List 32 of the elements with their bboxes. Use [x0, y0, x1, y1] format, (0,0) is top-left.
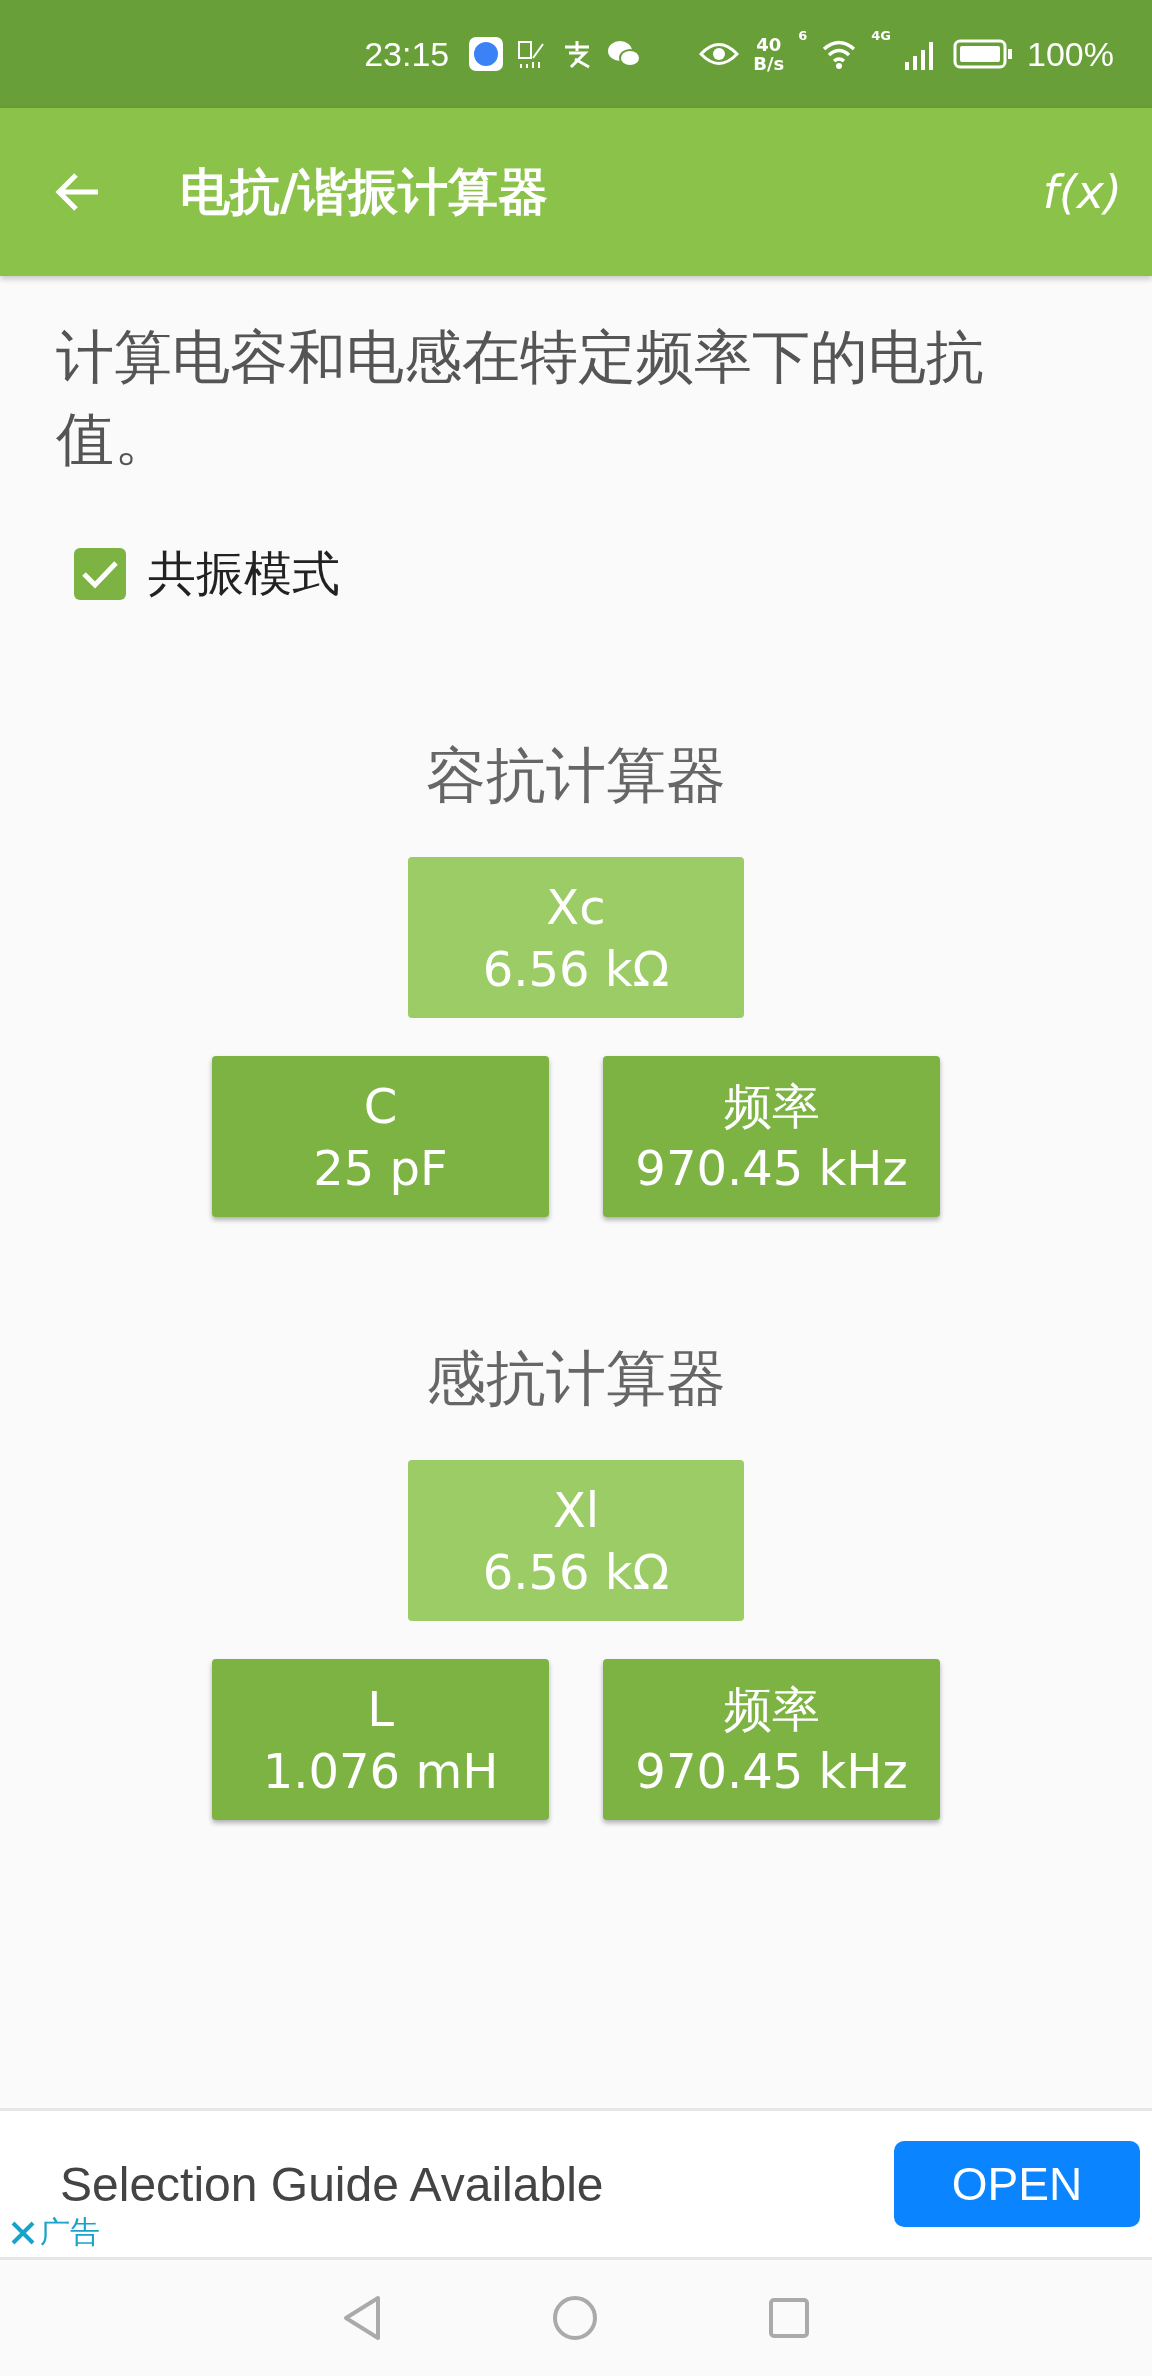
description: 计算电容和电感在特定频率下的电抗值。	[56, 322, 985, 475]
browser-icon	[469, 37, 504, 71]
wifi-icon	[821, 38, 858, 70]
checkbox-label: 共振模式	[148, 544, 340, 603]
result-button[interactable]: Xc 6.56 kΩ	[408, 857, 744, 1018]
formula-button[interactable]: f(x)	[1042, 165, 1122, 219]
clock: 23:15	[364, 34, 450, 74]
ad-label: 广告	[40, 2213, 100, 2251]
input-button[interactable]: 频率 970.45 kHz	[603, 1056, 940, 1217]
section-title: 容抗计算器	[425, 739, 727, 812]
battery-percent: 100%	[1027, 34, 1114, 74]
back-nav-icon[interactable]	[342, 2295, 382, 2341]
eye-icon	[699, 41, 740, 67]
open-button[interactable]: OPEN	[894, 2141, 1140, 2227]
ad-text: Selection Guide Available	[60, 2156, 605, 2212]
section-title: 感抗计算器	[425, 1342, 727, 1415]
speed-unit: B/s	[753, 54, 785, 73]
home-nav-icon[interactable]	[552, 2295, 598, 2341]
toolbar-title: 电抗/谐振计算器	[180, 161, 550, 223]
input-button[interactable]: 频率 970.45 kHz	[603, 1659, 940, 1820]
wifi-label: 6	[798, 28, 808, 43]
back-icon[interactable]	[54, 172, 100, 212]
battery-icon	[953, 39, 1014, 69]
result-button[interactable]: Xl 6.56 kΩ	[408, 1460, 744, 1621]
signal-label: 4G	[871, 28, 892, 43]
checkbox[interactable]	[74, 548, 126, 600]
input-button[interactable]: L 1.076 mH	[212, 1659, 549, 1820]
recents-nav-icon[interactable]	[768, 2297, 810, 2339]
input-button[interactable]: C 25 pF	[212, 1056, 549, 1217]
close-icon[interactable]	[10, 2219, 36, 2246]
check-icon	[81, 559, 119, 589]
speed-value: 40	[756, 35, 782, 54]
